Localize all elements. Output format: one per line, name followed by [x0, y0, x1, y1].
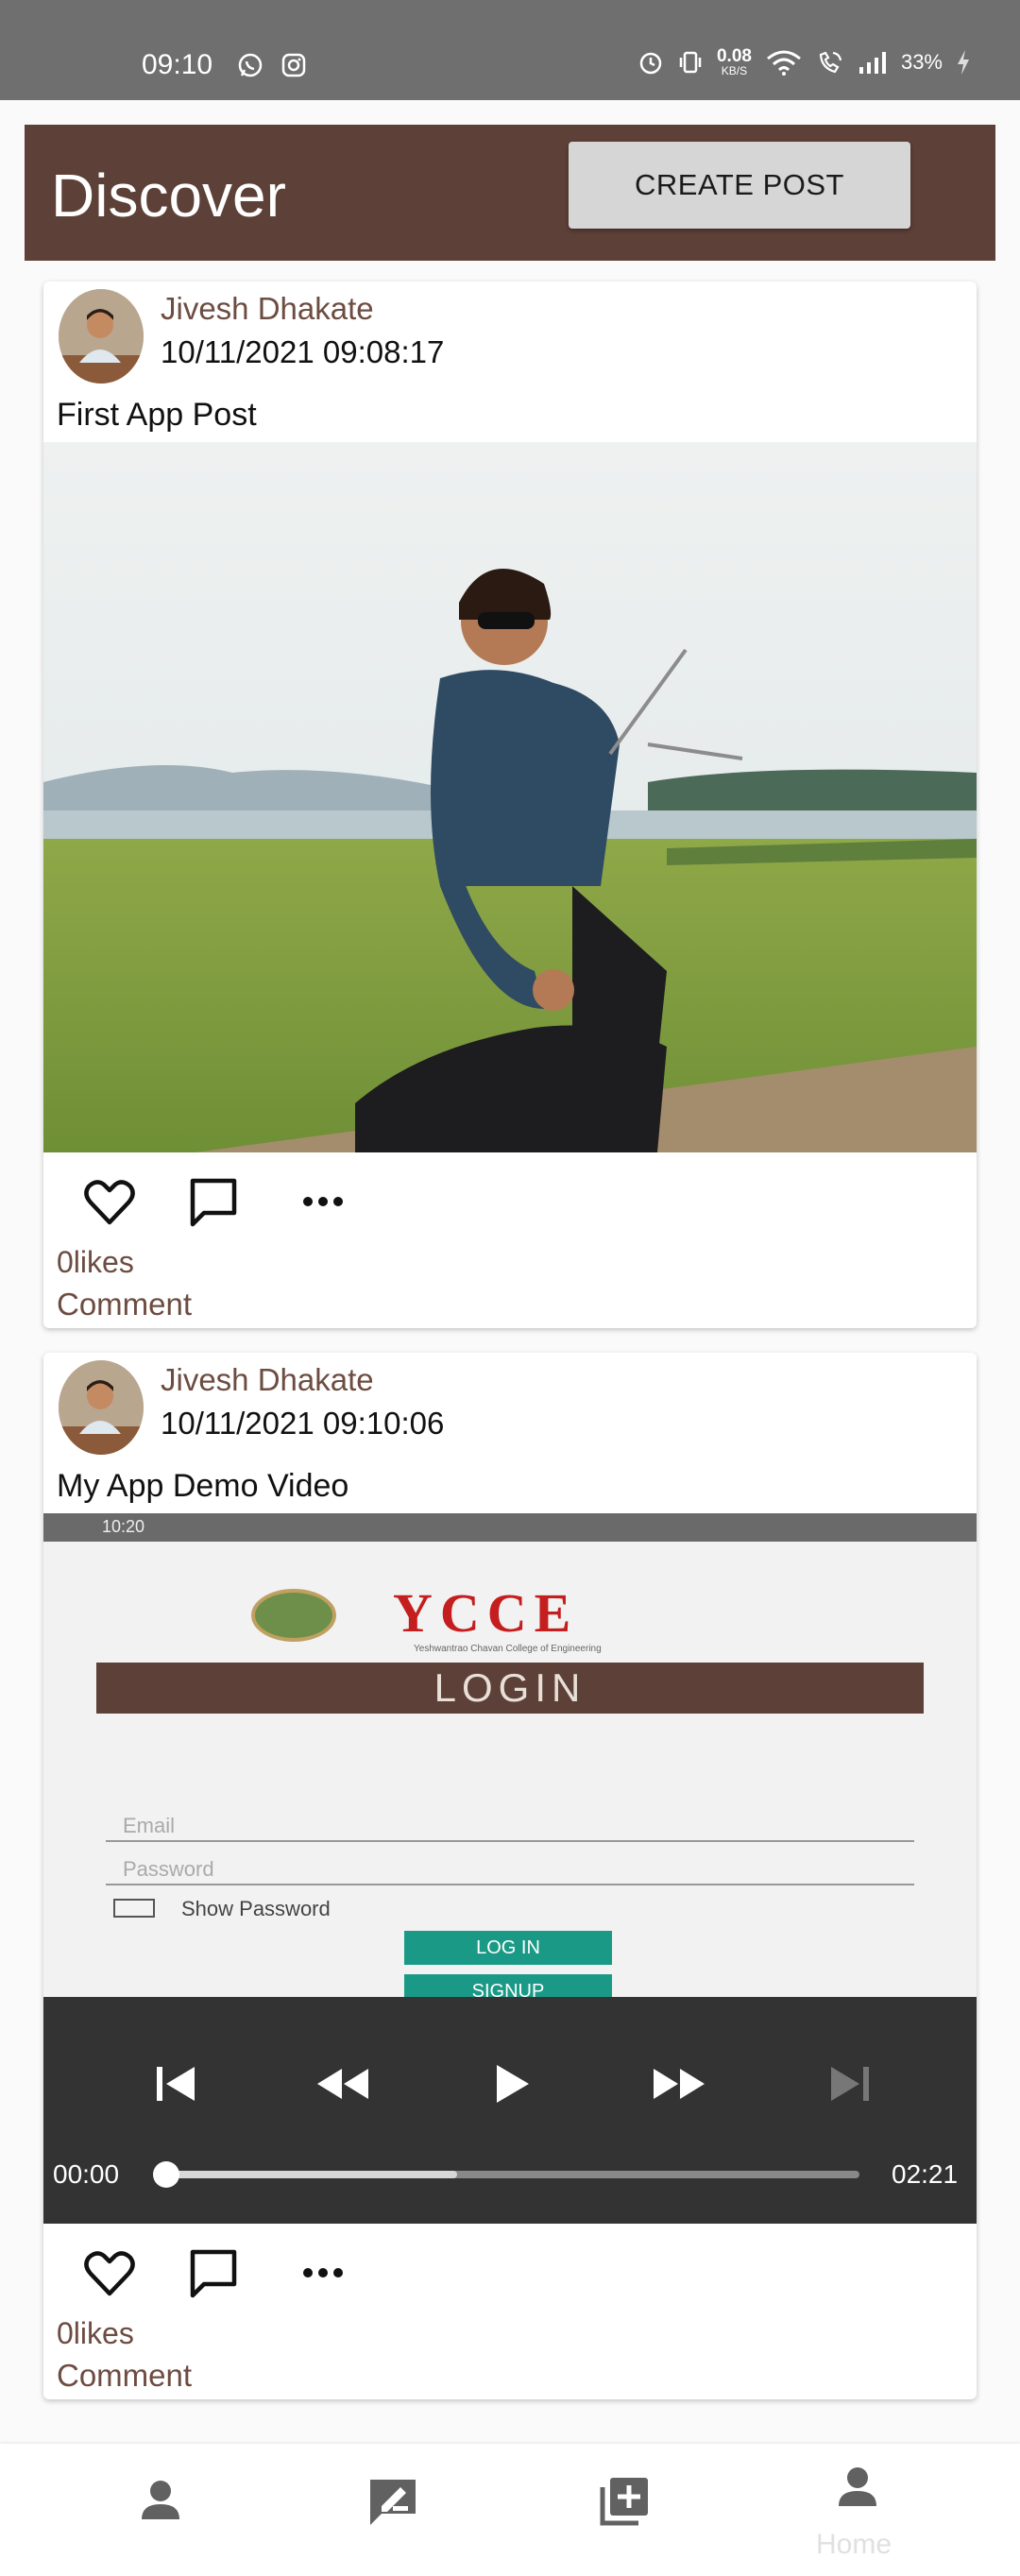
preview-email-placeholder: Email: [123, 1814, 176, 1837]
nav-home-icon[interactable]: [829, 2459, 886, 2516]
skip-previous-icon[interactable]: [145, 2054, 206, 2114]
nav-write-icon[interactable]: [365, 2472, 421, 2529]
battery-percent: 33%: [900, 49, 943, 74]
likes-count: 0likes: [57, 1245, 134, 1279]
fast-forward-icon[interactable]: [650, 2054, 710, 2114]
whatsapp-icon: [236, 51, 264, 79]
comment-link[interactable]: Comment: [57, 1287, 192, 1322]
instagram-icon: [280, 51, 308, 79]
video-duration: 02:21: [892, 2159, 959, 2189]
video-current-time: 00:00: [53, 2159, 120, 2189]
post-card: Jivesh Dhakate 10/11/2021 09:10:06 My Ap…: [43, 1353, 977, 2399]
avatar[interactable]: [59, 289, 144, 384]
preview-login-title: LOGIN: [434, 1665, 586, 1710]
status-icons: 0.08 KB/S 33%: [638, 47, 971, 77]
preview-status-bar: 10:20: [43, 1513, 977, 1542]
post-photo: [43, 442, 977, 1152]
skip-next-icon[interactable]: [820, 2054, 880, 2114]
comment-link[interactable]: Comment: [57, 2358, 192, 2394]
post-video[interactable]: 10:20 YCCE Yeshwantrao Chavan College of…: [43, 1513, 977, 2224]
status-bar: 09:10 0.08 KB/S 33%: [0, 0, 1020, 100]
preview-time: 10:20: [102, 1517, 145, 1536]
net-speed: 0.08 KB/S: [717, 47, 752, 77]
net-speed-value: 0.08: [716, 46, 752, 66]
post-actions: [43, 1160, 977, 1236]
post-caption: First App Post: [57, 397, 257, 433]
post-caption: My App Demo Video: [57, 1468, 349, 1504]
status-time: 09:10: [142, 49, 213, 80]
preview-login-button: LOG IN: [404, 1931, 612, 1965]
post-timestamp: 10/11/2021 09:10:06: [161, 1406, 445, 1441]
nav-add-post-icon[interactable]: [597, 2472, 654, 2529]
page-title: Discover: [51, 162, 286, 230]
preview-password-field: Password: [106, 1857, 914, 1885]
post-card: Jivesh Dhakate 10/11/2021 09:08:17 First…: [43, 281, 977, 1328]
video-buffer-bar: [166, 2171, 457, 2178]
discover-header: Discover CREATE POST: [25, 125, 995, 261]
post-timestamp: 10/11/2021 09:08:17: [161, 334, 445, 369]
video-controls: 00:00 02:21: [43, 1997, 977, 2224]
wifi-calling-icon: [819, 51, 842, 73]
preview-brand-subtitle: Yeshwantrao Chavan College of Engineerin…: [414, 1644, 602, 1654]
avatar[interactable]: [59, 1360, 144, 1455]
likes-count: 0likes: [57, 2316, 134, 2350]
nav-profile-icon[interactable]: [132, 2472, 189, 2529]
post-author[interactable]: Jivesh Dhakate: [161, 291, 374, 327]
net-speed-unit: KB/S: [721, 64, 748, 77]
more-icon[interactable]: [295, 1173, 351, 1230]
preview-checkbox: [113, 1899, 155, 1918]
preview-email-field: Email: [106, 1814, 914, 1842]
comment-icon[interactable]: [185, 1173, 242, 1230]
preview-logo: [251, 1589, 336, 1642]
more-icon[interactable]: [295, 2244, 351, 2301]
vibrate-icon: [679, 51, 702, 73]
post-photo-image: [43, 442, 977, 1152]
rewind-icon[interactable]: [312, 2054, 372, 2114]
bottom-navigation: Home: [0, 2444, 1020, 2576]
preview-password-placeholder: Password: [123, 1857, 214, 1881]
post-actions: [43, 2231, 977, 2307]
charging-icon: [958, 49, 969, 75]
preview-login-banner: LOGIN: [96, 1663, 924, 1714]
wifi-icon: [767, 50, 801, 76]
comment-icon[interactable]: [185, 2244, 242, 2301]
create-post-button[interactable]: CREATE POST: [569, 142, 910, 229]
heart-icon[interactable]: [81, 2244, 138, 2301]
post-author[interactable]: Jivesh Dhakate: [161, 1362, 374, 1398]
preview-login-label: LOG IN: [476, 1937, 540, 1958]
alarm-icon: [639, 52, 662, 74]
play-icon[interactable]: [480, 2054, 540, 2114]
nav-home-label[interactable]: Home: [816, 2529, 892, 2561]
video-preview: 10:20 YCCE Yeshwantrao Chavan College of…: [43, 1513, 977, 2008]
preview-brand: YCCE: [393, 1582, 579, 1644]
video-seek-thumb[interactable]: [153, 2161, 179, 2188]
heart-icon[interactable]: [81, 1173, 138, 1230]
preview-show-password: Show Password: [181, 1897, 331, 1920]
signal-icon: [858, 51, 886, 74]
